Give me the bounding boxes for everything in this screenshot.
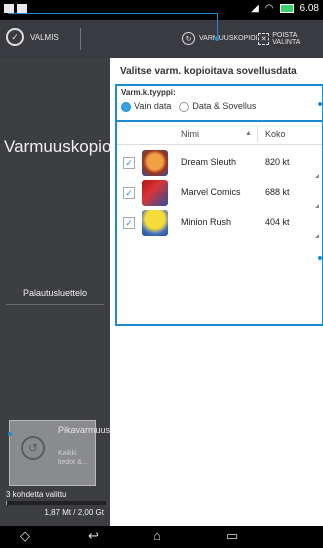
option-data-and-app-label: Data & Sovellus — [192, 101, 257, 111]
check-icon: ✓ — [6, 28, 24, 46]
storage-fill — [6, 501, 7, 505]
home-icon[interactable]: ⌂ — [153, 528, 161, 543]
marvel-comics-icon — [142, 180, 168, 206]
app-size: 688 kt — [265, 187, 290, 197]
app-name: Minion Rush — [181, 217, 232, 227]
image-icon — [17, 4, 27, 13]
row-checkbox[interactable]: ✓ — [123, 217, 135, 229]
column-name[interactable]: Nimi — [181, 129, 199, 139]
status-left — [4, 4, 27, 13]
storage-bar — [6, 501, 106, 505]
radio-unchecked-icon — [179, 101, 190, 112]
row-checkbox[interactable]: ✓ — [123, 157, 135, 169]
table-row[interactable]: ✓ Dream Sleuth 820 kt — [117, 148, 322, 178]
backup-type-label: Varm.k.tyyppi: — [121, 88, 176, 97]
restore-list-link[interactable]: Palautusluettelo — [0, 288, 110, 298]
storage-size: 1,87 Mt / 2,00 Gt — [44, 508, 104, 517]
option-data-only[interactable]: Vain data — [121, 101, 171, 112]
backup-type-panel: Varm.k.tyyppi: Vain data Data & Sovellus — [115, 84, 323, 122]
clock: 6.08 — [299, 3, 319, 14]
section-title: Valitse varm. kopioitava sovellusdata — [120, 66, 297, 77]
minion-rush-icon — [142, 210, 168, 236]
callout-dot — [318, 256, 322, 260]
action-bar: ✓ VALMIS ↻ VARMUUSKOPIOI ✕ POISTA VALINT… — [0, 20, 323, 58]
sort-up-icon[interactable]: ▲ — [245, 130, 252, 137]
page-title: Varmuuskopiointiluettelo — [4, 137, 188, 156]
backup-label: VARMUUSKOPIOI — [199, 35, 258, 42]
callout-line — [8, 13, 218, 14]
left-pane: Varmuuskopiointiluettelo Palautusluettel… — [0, 58, 188, 526]
callout-dot — [215, 37, 219, 41]
callout-dot — [318, 102, 322, 106]
callout-line — [217, 13, 218, 39]
status-bar: ◢ ◠ 6.08 — [0, 0, 323, 20]
callout-dot — [8, 432, 12, 436]
divider — [80, 28, 81, 50]
back-icon[interactable]: ↩ — [88, 528, 99, 544]
battery-icon — [279, 4, 294, 13]
option-data-and-app[interactable]: Data & Sovellus — [179, 101, 256, 112]
restore-icon: ↺ — [21, 436, 45, 460]
table-header: Nimi ▲ Koko — [117, 124, 322, 145]
nav-bar: ◇ ↩ ⌂ ▭ — [0, 526, 323, 548]
selected-count: 3 kohdetta valittu — [6, 490, 67, 499]
radio-checked-icon — [121, 101, 131, 112]
signal-icon: ◢ — [251, 3, 259, 14]
backup-icon: ↻ — [182, 32, 195, 45]
app-size: 820 kt — [265, 157, 290, 167]
row-expand-icon — [315, 234, 319, 238]
quick-backup-card[interactable]: ↺ Pikavarmuusk... Kaikki tiedot &... — [9, 420, 123, 486]
backup-button[interactable]: ↻ VARMUUSKOPIOI — [182, 32, 258, 45]
minimize-icon[interactable]: ◇ — [20, 528, 30, 544]
app-size: 404 kt — [265, 217, 290, 227]
app-name: Dream Sleuth — [181, 157, 237, 167]
deselect-button[interactable]: ✕ POISTA VALINTA — [258, 32, 323, 46]
table-row[interactable]: ✓ Marvel Comics 688 kt — [117, 178, 322, 208]
right-pane: Valitse varm. kopioitava sovellusdata Va… — [110, 58, 323, 526]
option-data-only-label: Vain data — [134, 101, 172, 111]
status-right: ◢ ◠ 6.08 — [251, 3, 319, 14]
quick-backup-title: Pikavarmuusk... — [58, 425, 123, 435]
app-table: Nimi ▲ Koko ✓ Dream Sleuth 820 kt ✓ Marv… — [115, 120, 323, 326]
dream-sleuth-icon — [142, 150, 168, 176]
done-label: VALMIS — [30, 32, 59, 42]
deselect-icon: ✕ — [258, 33, 270, 45]
row-checkbox[interactable]: ✓ — [123, 187, 135, 199]
done-button[interactable]: ✓ VALMIS — [6, 28, 59, 46]
recent-apps-icon[interactable]: ▭ — [226, 528, 238, 544]
divider — [6, 304, 104, 305]
app-name: Marvel Comics — [181, 187, 241, 197]
quick-backup-subtitle: Kaikki tiedot &... — [58, 450, 88, 466]
divider — [257, 126, 258, 142]
backup-type-options: Vain data Data & Sovellus — [121, 101, 256, 112]
notification-icon — [4, 4, 14, 13]
wifi-icon: ◠ — [264, 3, 274, 14]
column-size[interactable]: Koko — [265, 129, 286, 139]
deselect-label: POISTA VALINTA — [272, 32, 301, 46]
table-row[interactable]: ✓ Minion Rush 404 kt — [117, 208, 322, 238]
